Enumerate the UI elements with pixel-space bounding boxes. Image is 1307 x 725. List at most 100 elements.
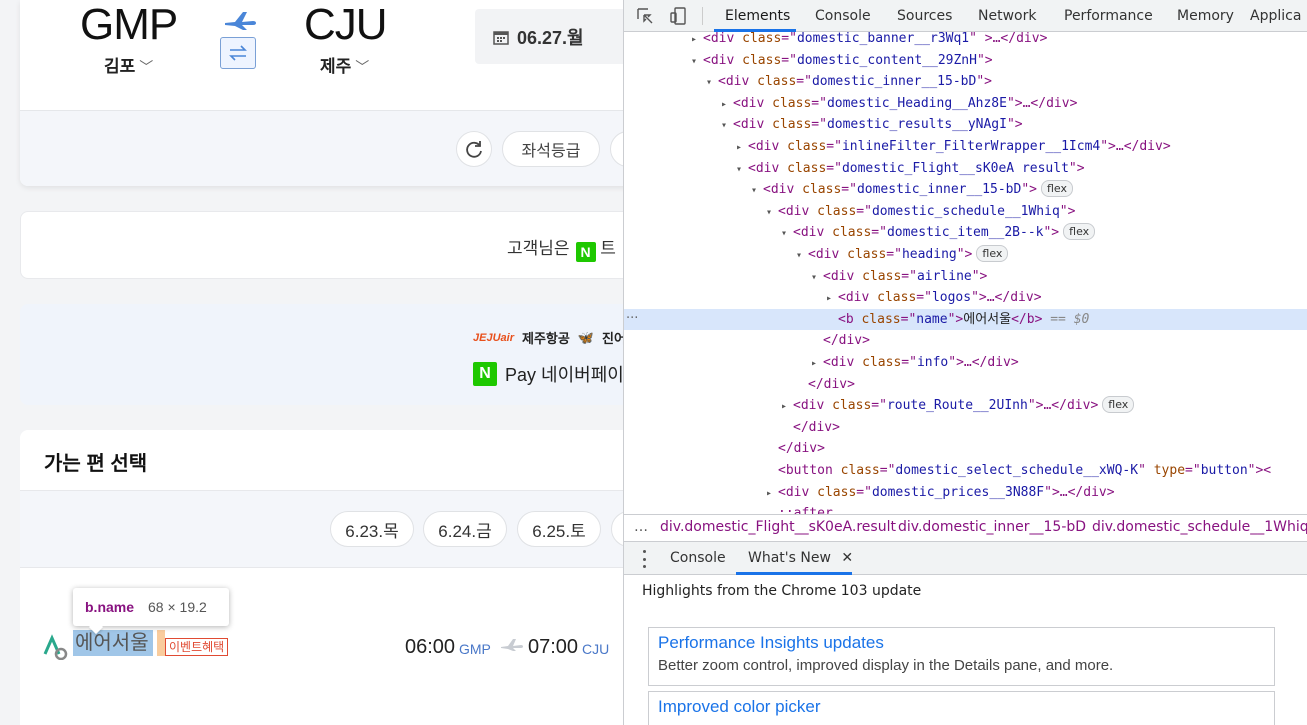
caret-right-icon[interactable]: ▸: [736, 137, 748, 158]
flex-badge[interactable]: flex: [976, 245, 1009, 262]
dom-node[interactable]: ▸ <div class="domestic_banner__r3Wq1" >…<…: [624, 32, 1307, 49]
flex-badge[interactable]: flex: [1040, 180, 1073, 198]
tab-memory[interactable]: Memory: [1177, 0, 1234, 32]
tab-console[interactable]: Console: [815, 0, 871, 32]
caret-right-icon[interactable]: ▸: [811, 353, 823, 374]
caret-down-icon[interactable]: ▾: [691, 51, 703, 72]
dom-tag: <div: [718, 74, 758, 90]
drawer-tab-console[interactable]: Console: [670, 542, 726, 575]
dom-quote: =": [811, 95, 827, 111]
dom-node[interactable]: ▾ <div class="domestic_Flight__sK0eA resu…: [624, 158, 1307, 179]
caret-down-icon[interactable]: ▾: [781, 223, 793, 244]
breadcrumb-item[interactable]: div.domestic_inner__15-bD: [898, 519, 1086, 535]
dom-node[interactable]: ▸ <div class="info">…</div>: [624, 352, 1307, 373]
tab-sources[interactable]: Sources: [897, 0, 952, 32]
news-item[interactable]: Improved color picker: [648, 691, 1275, 725]
date-chip[interactable]: 6.25.토: [517, 511, 601, 547]
dom-attr-name: class: [847, 247, 887, 262]
swap-airports-button[interactable]: [220, 37, 256, 69]
dom-node[interactable]: ::after: [624, 503, 1307, 514]
dom-attr-value: domestic_item__2B--k: [886, 225, 1044, 241]
dom-quote: =": [781, 52, 797, 68]
date-chip[interactable]: 6.24.금: [423, 511, 507, 547]
flex-badge[interactable]: flex: [1063, 223, 1096, 241]
device-toolbar-button[interactable]: [668, 5, 690, 27]
caret-down-icon[interactable]: ▾: [736, 159, 748, 180]
caret-right-icon[interactable]: ▸: [826, 288, 838, 309]
dom-node[interactable]: </div>: [624, 417, 1307, 438]
node-actions-icon[interactable]: ···: [626, 311, 638, 326]
dom-node[interactable]: ▾ <div class="airline">: [624, 266, 1307, 287]
seat-class-filter[interactable]: 좌석등급: [502, 131, 600, 167]
breadcrumb-item[interactable]: div.domestic_Flight__sK0eA.result: [660, 519, 896, 535]
news-title[interactable]: Performance Insights updates: [658, 633, 1265, 653]
dom-attr-value: domestic_results__yNAgI: [826, 117, 1007, 133]
dom-node[interactable]: ▾ <div class="domestic_results__yNAgI">: [624, 114, 1307, 135]
dom-node[interactable]: ▸ <div class="domestic_Heading__Ahz8E">…<…: [624, 93, 1307, 114]
inspect-element-button[interactable]: [634, 5, 656, 27]
date-chip-more[interactable]: [611, 511, 623, 547]
dom-closing-tag: </div>: [793, 419, 840, 435]
dom-quote: =": [826, 139, 842, 154]
drawer-menu-icon[interactable]: [640, 550, 648, 568]
dom-node[interactable]: ▾ <div class="domestic_item__2B--k"> flex: [624, 222, 1307, 243]
caret-down-icon[interactable]: ▾: [811, 267, 823, 288]
dom-attr-name: class: [772, 117, 812, 133]
origin-selector[interactable]: 김포 ﹀: [104, 52, 153, 77]
dom-tree[interactable]: ▸ <div class="domestic_banner__r3Wq1" >…<…: [624, 32, 1307, 514]
dom-attr-value: domestic_inner__15-bD: [856, 182, 1022, 198]
dom-node[interactable]: ▸ <div class="logos">…</div>: [624, 287, 1307, 308]
departure-date-button[interactable]: 06.27.월: [475, 9, 623, 64]
dom-node-selected[interactable]: <b class="name">에어서울</b> == $0: [624, 308, 1307, 330]
tab-performance[interactable]: Performance: [1064, 0, 1153, 32]
inspector-tooltip: b.name 68 × 19.2: [73, 588, 229, 626]
dom-node[interactable]: </div>: [624, 330, 1307, 351]
device-icon: [670, 7, 686, 25]
news-title[interactable]: Improved color picker: [658, 697, 1265, 717]
promo-banner[interactable]: JEJUair 제주항공 🦋 진어 N Pay 네이버페이포: [20, 304, 623, 405]
tab-elements[interactable]: Elements: [725, 0, 790, 32]
caret-down-icon[interactable]: ▾: [721, 115, 733, 136]
dom-tag: <b: [838, 311, 862, 327]
caret-right-icon[interactable]: ▸: [691, 32, 703, 50]
caret-down-icon[interactable]: ▾: [766, 202, 778, 223]
dom-node[interactable]: ▾ <div class="domestic_inner__15-bD"> flex: [624, 179, 1307, 200]
dom-node[interactable]: ▾ <div class="domestic_schedule__1Whiq">: [624, 201, 1307, 222]
destination-selector[interactable]: 제주 ﹀: [320, 52, 369, 77]
dom-node[interactable]: <button class="domestic_select_schedule_…: [624, 460, 1307, 481]
dom-attr-value: domestic_inner__15-bD: [811, 74, 977, 90]
filter-chip-more[interactable]: [610, 131, 623, 167]
dom-node[interactable]: ▾ <div class="domestic_inner__15-bD">: [624, 71, 1307, 92]
refresh-button[interactable]: [456, 131, 492, 167]
airline-name: 에어서울: [73, 630, 153, 656]
flight-row[interactable]: 에어서울 이벤트혜택 06:00 GMP 07:00 CJU: [42, 630, 622, 664]
destination-code[interactable]: CJU: [304, 0, 388, 50]
breadcrumb-more-icon[interactable]: …: [634, 519, 648, 535]
departure-time: 06:00: [405, 636, 456, 658]
caret-down-icon[interactable]: ▾: [796, 245, 808, 266]
dom-node[interactable]: ▸ <div class="route_Route__2UInh">…</div>…: [624, 395, 1307, 416]
dom-node[interactable]: ▸ <div class="domestic_prices__3N88F">…</…: [624, 482, 1307, 503]
date-chip[interactable]: 6.23.목: [330, 511, 414, 547]
flex-badge[interactable]: flex: [1102, 396, 1135, 414]
drawer-tab-whats-new[interactable]: What's New ✕: [748, 542, 853, 575]
breadcrumb-item[interactable]: div.domestic_schedule__1Whiq: [1092, 519, 1307, 535]
close-icon[interactable]: ✕: [841, 550, 853, 566]
dom-node[interactable]: </div>: [624, 374, 1307, 395]
dom-node[interactable]: ▸ <div class="inlineFilter_FilterWrapper_…: [624, 136, 1307, 157]
dom-closing-tag: </div>: [808, 376, 855, 392]
caret-right-icon[interactable]: ▸: [721, 94, 733, 115]
origin-code[interactable]: GMP: [80, 0, 178, 50]
butterfly-icon: 🦋: [577, 329, 595, 345]
dom-node[interactable]: ▾ <div class="domestic_content__29ZnH">: [624, 50, 1307, 71]
dom-node[interactable]: </div>: [624, 438, 1307, 459]
caret-right-icon[interactable]: ▸: [766, 483, 778, 504]
tab-network[interactable]: Network: [978, 0, 1036, 32]
dom-tag: <div: [793, 398, 833, 414]
tab-application[interactable]: Applica: [1250, 0, 1301, 32]
caret-down-icon[interactable]: ▾: [706, 72, 718, 93]
dom-node[interactable]: ▾ <div class="heading"> flex: [624, 244, 1307, 265]
news-item[interactable]: Performance Insights updates Better zoom…: [648, 627, 1275, 686]
caret-right-icon[interactable]: ▸: [781, 396, 793, 417]
caret-down-icon[interactable]: ▾: [751, 180, 763, 201]
